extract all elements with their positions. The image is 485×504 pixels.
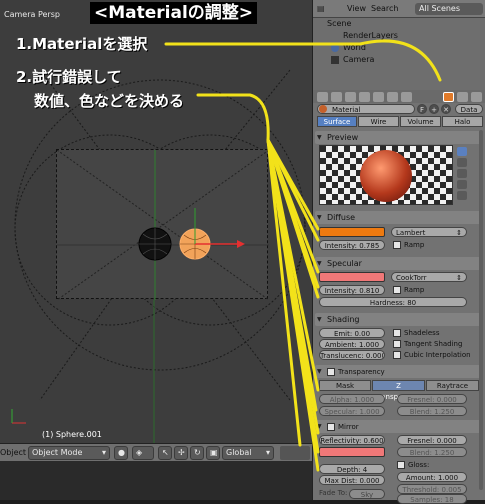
annotation-line xyxy=(164,39,442,82)
annotation-step2-line2: 数値、色などを決める xyxy=(34,92,185,110)
annotation-step2-line1: 2.試行錯誤して xyxy=(16,68,122,86)
annotation-step1: 1.Materialを選択 xyxy=(16,35,148,53)
annotation-line xyxy=(196,93,302,447)
annotation-title: <Materialの調整> xyxy=(90,2,258,24)
